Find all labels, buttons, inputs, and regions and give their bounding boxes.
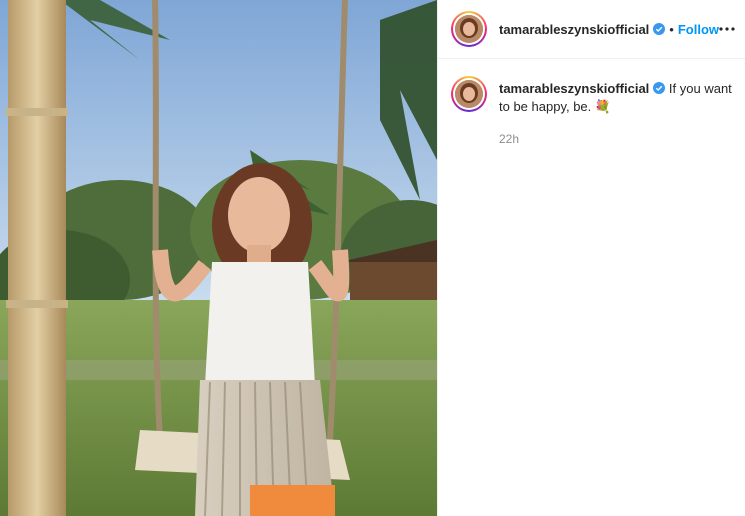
header-username[interactable]: tamarableszynskiofficial [499, 22, 649, 37]
more-options-icon[interactable] [719, 17, 735, 41]
separator-dot: • [669, 21, 674, 37]
follow-button[interactable]: Follow [678, 22, 719, 37]
post-header: tamarableszynskiofficial • Follow [438, 0, 745, 59]
verified-badge-icon [653, 23, 666, 35]
caption-comment: tamarableszynskiofficial If you want to … [438, 59, 745, 148]
post-timestamp[interactable]: 22h [499, 130, 733, 148]
avatar[interactable] [451, 11, 487, 47]
verified-badge-icon [653, 82, 666, 94]
photo-image [0, 0, 437, 516]
bouquet-emoji-icon: 💐 [594, 99, 612, 114]
post-side-panel: tamarableszynskiofficial • Follow tamara… [437, 0, 745, 516]
caption-username[interactable]: tamarableszynskiofficial [499, 81, 649, 96]
post-photo[interactable] [0, 0, 437, 516]
caption-body: tamarableszynskiofficial If you want to … [499, 76, 733, 148]
caption-avatar[interactable] [451, 76, 487, 112]
